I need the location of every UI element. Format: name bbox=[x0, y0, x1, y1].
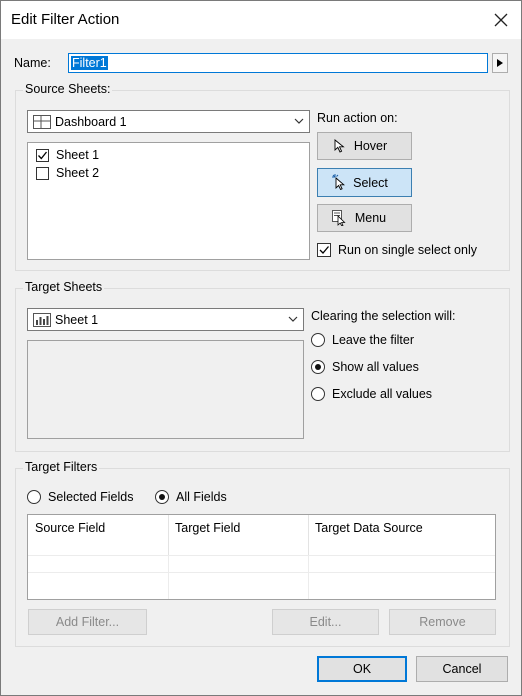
title-bar: Edit Filter Action bbox=[1, 1, 521, 39]
column-header-source-field[interactable]: Source Field bbox=[28, 515, 169, 555]
row-divider bbox=[28, 555, 495, 556]
name-input-value: Filter1 bbox=[71, 56, 108, 70]
menu-cursor-icon bbox=[332, 210, 346, 226]
row-divider bbox=[28, 572, 495, 573]
target-sheets-label: Target Sheets bbox=[23, 280, 105, 294]
edit-button[interactable]: Edit... bbox=[272, 609, 379, 635]
cancel-button[interactable]: Cancel bbox=[416, 656, 508, 682]
radio-show-all-values[interactable]: Show all values bbox=[311, 360, 419, 374]
field-mapping-table: Source Field Target Field Target Data So… bbox=[27, 514, 496, 600]
name-input[interactable]: Filter1 bbox=[68, 53, 488, 73]
clearing-label: Clearing the selection will: bbox=[311, 309, 456, 323]
triangle-right-icon bbox=[497, 59, 503, 67]
run-single-checkbox[interactable] bbox=[317, 243, 331, 257]
checkbox[interactable] bbox=[36, 148, 49, 162]
checkbox[interactable] bbox=[36, 166, 49, 180]
name-menu-button[interactable] bbox=[492, 53, 508, 73]
chevron-down-icon bbox=[288, 316, 298, 322]
source-sheets-list: Sheet 1 Sheet 2 bbox=[27, 142, 310, 260]
run-action-label: Run action on: bbox=[317, 111, 398, 125]
radio-button[interactable] bbox=[311, 360, 325, 374]
chevron-down-icon bbox=[294, 118, 304, 124]
target-sheet-dropdown[interactable]: Sheet 1 bbox=[27, 308, 304, 331]
column-divider bbox=[308, 555, 309, 599]
dialog-title: Edit Filter Action bbox=[11, 11, 120, 28]
sheet-item[interactable]: Sheet 1 bbox=[36, 148, 99, 162]
hover-button[interactable]: Hover bbox=[317, 132, 412, 160]
column-header-target-data-source[interactable]: Target Data Source bbox=[308, 515, 495, 555]
column-header-target-field[interactable]: Target Field bbox=[168, 515, 309, 555]
dashboard-icon bbox=[33, 114, 51, 129]
target-sheets-list bbox=[27, 340, 304, 439]
radio-selected-fields[interactable]: Selected Fields bbox=[27, 490, 133, 504]
dashboard-dropdown-value: Dashboard 1 bbox=[55, 114, 127, 129]
source-sheets-label: Source Sheets: bbox=[23, 82, 113, 96]
target-filters-label: Target Filters bbox=[23, 460, 100, 474]
column-divider bbox=[168, 555, 169, 599]
ok-button[interactable]: OK bbox=[317, 656, 407, 682]
dashboard-dropdown[interactable]: Dashboard 1 bbox=[27, 110, 310, 133]
click-cursor-icon bbox=[332, 174, 346, 190]
sheet-item[interactable]: Sheet 2 bbox=[36, 166, 99, 180]
radio-all-fields[interactable]: All Fields bbox=[155, 490, 227, 504]
close-icon[interactable] bbox=[487, 7, 515, 33]
remove-button[interactable]: Remove bbox=[389, 609, 496, 635]
cursor-icon bbox=[334, 139, 345, 153]
sheet-item-label: Sheet 2 bbox=[56, 166, 100, 180]
radio-button[interactable] bbox=[27, 490, 41, 504]
bar-chart-icon bbox=[33, 312, 51, 327]
run-single-select-option[interactable]: Run on single select only bbox=[317, 243, 477, 257]
target-sheet-value: Sheet 1 bbox=[55, 312, 99, 327]
radio-button[interactable] bbox=[155, 490, 169, 504]
radio-button[interactable] bbox=[311, 333, 325, 347]
add-filter-button[interactable]: Add Filter... bbox=[28, 609, 147, 635]
run-single-label: Run on single select only bbox=[338, 243, 477, 257]
checkmark-icon bbox=[38, 151, 48, 159]
select-button[interactable]: Select bbox=[317, 168, 412, 197]
menu-button[interactable]: Menu bbox=[317, 204, 412, 232]
radio-leave-filter[interactable]: Leave the filter bbox=[311, 333, 414, 347]
sheet-item-label: Sheet 1 bbox=[56, 148, 100, 162]
name-label: Name: bbox=[14, 56, 51, 70]
radio-button[interactable] bbox=[311, 387, 325, 401]
radio-exclude-all-values[interactable]: Exclude all values bbox=[311, 387, 432, 401]
edit-filter-action-dialog: Edit Filter Action Name: Filter1 Source … bbox=[0, 0, 522, 696]
checkmark-icon bbox=[319, 246, 329, 254]
